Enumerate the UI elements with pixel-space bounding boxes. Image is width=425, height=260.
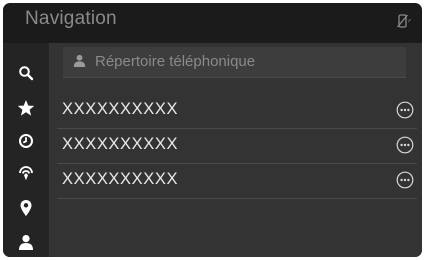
search-icon (18, 65, 34, 81)
contact-name: XXXXXXXXXX (62, 135, 179, 153)
map-pin-icon (19, 199, 33, 217)
sidebar-item-places[interactable] (3, 193, 49, 223)
more-options-icon[interactable] (396, 171, 414, 189)
phonebook-panel: Répertoire téléphonique XXXXXXXXXX XXXXX… (49, 43, 422, 257)
page-title: Navigation (25, 8, 117, 29)
sidebar-item-history[interactable] (3, 126, 49, 156)
sidebar (3, 43, 49, 257)
more-options-icon[interactable] (396, 101, 414, 119)
signal-location-icon (17, 166, 35, 182)
sidebar-item-contacts[interactable] (3, 227, 49, 257)
phonebook-search-field[interactable]: Répertoire téléphonique (63, 47, 406, 78)
more-options-icon[interactable] (396, 136, 414, 154)
clock-icon (18, 133, 34, 149)
row-divider (57, 198, 417, 199)
title-bar: Navigation (3, 3, 422, 41)
navigation-screen: Navigation Répertoire téléphonique XXXXX… (3, 3, 422, 257)
star-icon (17, 99, 35, 117)
person-icon (18, 234, 34, 250)
sidebar-item-nearby[interactable] (3, 159, 49, 189)
sidebar-item-search[interactable] (3, 58, 49, 88)
sidebar-item-favorites[interactable] (3, 93, 49, 123)
list-item[interactable]: XXXXXXXXXX (57, 164, 422, 197)
search-placeholder: Répertoire téléphonique (95, 53, 256, 70)
person-icon (73, 54, 86, 72)
contact-name: XXXXXXXXXX (62, 170, 179, 188)
list-item[interactable]: XXXXXXXXXX (57, 94, 422, 127)
list-item[interactable]: XXXXXXXXXX (57, 129, 422, 162)
contact-name: XXXXXXXXXX (62, 100, 179, 118)
phone-no-signal-icon (396, 13, 412, 34)
